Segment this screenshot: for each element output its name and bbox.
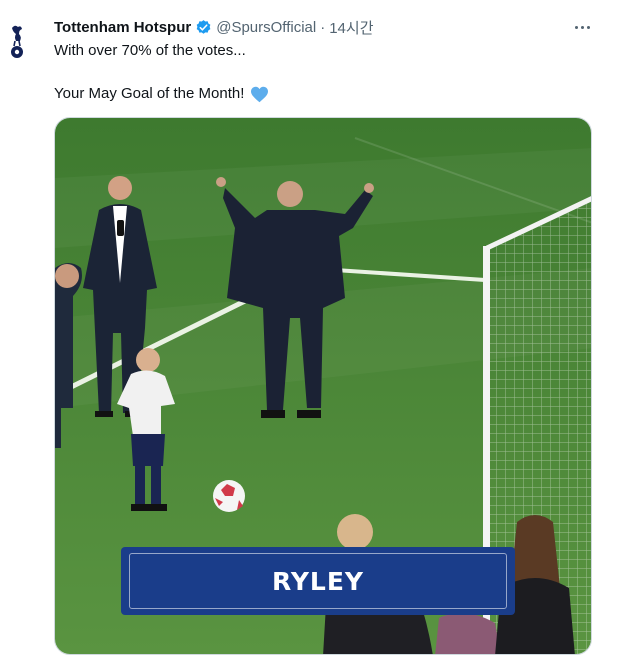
verified-badge-icon	[196, 19, 211, 34]
name-caption-banner: RYLEY	[121, 547, 515, 615]
tweet-video[interactable]: RYLEY	[54, 117, 592, 655]
tweet-text-line2-label: Your May Goal of the Month!	[54, 85, 245, 102]
football	[213, 480, 245, 512]
tweet-header: Tottenham Hotspur @SpursOfficial · 14시간	[54, 16, 374, 38]
author-handle[interactable]: @SpursOfficial	[216, 19, 316, 36]
more-options-icon[interactable]	[570, 16, 594, 38]
timestamp[interactable]: 14시간	[329, 17, 373, 38]
spurs-cockerel-logo[interactable]	[6, 22, 28, 64]
tweet-text-line1: With over 70% of the votes...	[54, 42, 246, 59]
blue-heart-icon	[251, 86, 269, 102]
caption-text: RYLEY	[271, 566, 365, 596]
author-name[interactable]: Tottenham Hotspur	[54, 19, 191, 36]
tweet[interactable]: Tottenham Hotspur @SpursOfficial · 14시간 …	[0, 0, 630, 668]
tweet-text-line2: Your May Goal of the Month!	[54, 84, 269, 104]
separator-dot: ·	[320, 18, 326, 36]
